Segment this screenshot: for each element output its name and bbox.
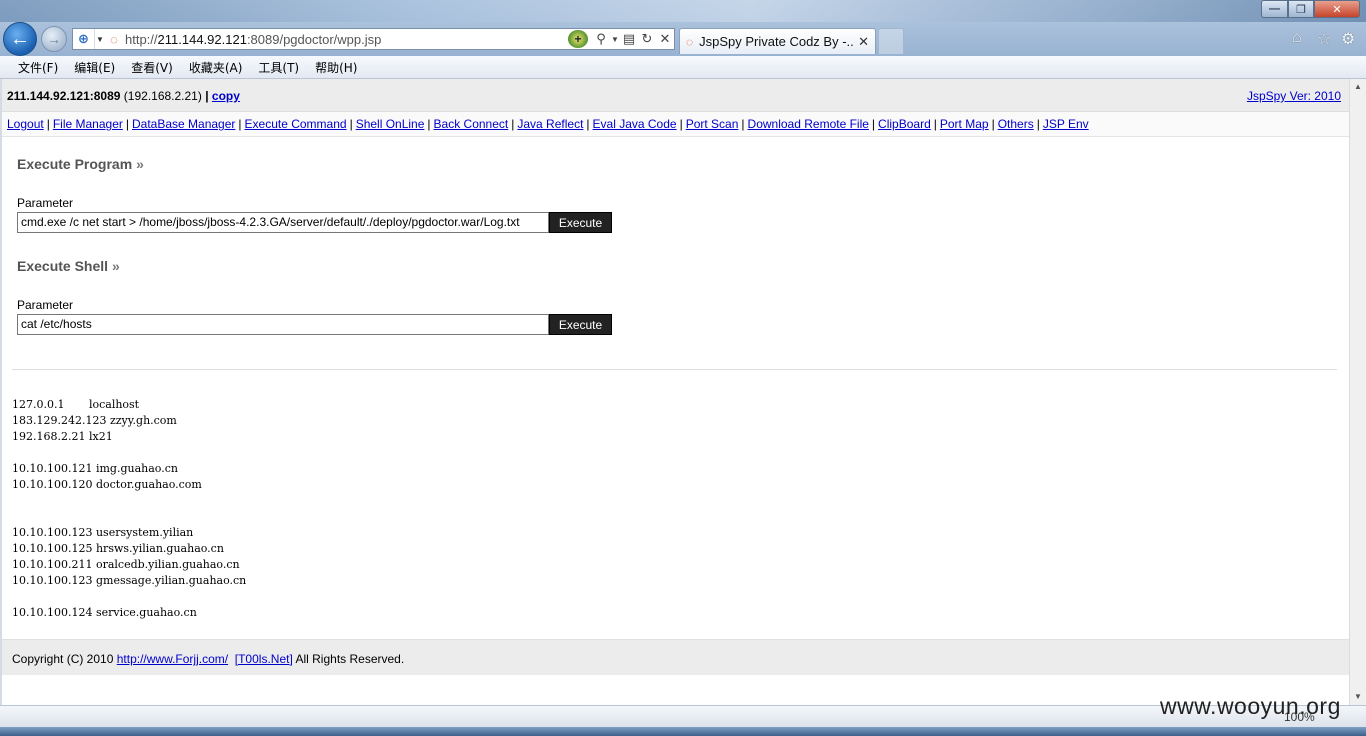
host-info: 211.144.92.121:8089 (192.168.2.21) | cop… — [7, 89, 240, 103]
nav-execute-command[interactable]: Execute Command — [245, 117, 347, 131]
maximize-button[interactable]: ❐ — [1288, 0, 1314, 18]
taskbar — [0, 727, 1366, 736]
search-icon[interactable]: ⚲ — [592, 31, 610, 47]
separator: | — [205, 89, 209, 103]
program-parameter-label: Parameter — [17, 196, 74, 210]
t00ls-link[interactable]: [T00ls.Net] — [235, 652, 293, 666]
nav-port-scan[interactable]: Port Scan — [686, 117, 739, 131]
menu-help[interactable]: 帮助(H) — [315, 59, 357, 76]
execute-shell-title: Execute Shell » — [17, 258, 120, 274]
forjj-link[interactable]: http://www.Forjj.com/ — [117, 652, 228, 666]
plugin-icon[interactable]: + — [568, 30, 588, 48]
nav-clipboard[interactable]: ClipBoard — [878, 117, 931, 131]
execute-program-title: Execute Program » — [17, 156, 144, 172]
stop-icon[interactable]: ✕ — [656, 31, 674, 47]
scroll-down-icon[interactable]: ▼ — [1350, 689, 1366, 705]
execute-shell-button[interactable]: Execute — [549, 314, 612, 335]
nav-java-reflect[interactable]: Java Reflect — [517, 117, 583, 131]
host-address: 211.144.92.121:8089 — [7, 89, 121, 103]
nav-back-connect[interactable]: Back Connect — [434, 117, 509, 131]
internal-ip: (192.168.2.21) — [123, 89, 202, 103]
chevron-down-icon[interactable]: ▼ — [610, 35, 620, 44]
menu-bar: 文件(F) 编辑(E) 查看(V) 收藏夹(A) 工具(T) 帮助(H) — [0, 56, 1366, 79]
copy-link[interactable]: copy — [212, 89, 240, 103]
page-viewport: 211.144.92.121:8089 (192.168.2.21) | cop… — [0, 79, 1366, 705]
home-icon[interactable]: ⌂ — [1292, 29, 1302, 47]
tab-close-icon[interactable]: ✕ — [858, 34, 869, 50]
scroll-up-icon[interactable]: ▲ — [1350, 79, 1366, 95]
minimize-button[interactable]: — — [1261, 0, 1288, 18]
menu-favorites[interactable]: 收藏夹(A) — [189, 59, 243, 76]
watermark: www.wooyun.org — [1160, 693, 1341, 719]
host-info-bar: 211.144.92.121:8089 (192.168.2.21) | cop… — [2, 79, 1349, 112]
nav-others[interactable]: Others — [998, 117, 1034, 131]
forward-button[interactable]: → — [41, 26, 67, 52]
nav-database-manager[interactable]: DataBase Manager — [132, 117, 235, 131]
close-window-button[interactable]: ✕ — [1314, 0, 1360, 18]
divider — [12, 369, 1337, 370]
arrow-right-icon: → — [47, 31, 61, 47]
new-tab-button[interactable] — [878, 28, 904, 54]
arrow-left-icon: ← — [10, 27, 30, 50]
main-nav: Logout | File Manager | DataBase Manager | Exe… — [2, 112, 1349, 137]
shell-parameter-label: Parameter — [17, 298, 74, 312]
compatibility-view-icon[interactable]: ⊕ — [73, 29, 95, 49]
execute-program-button[interactable]: Execute — [549, 212, 612, 233]
browser-tab[interactable]: ◌ JspSpy Private Codz By -... ✕ — [679, 28, 876, 54]
nav-shell-online[interactable]: Shell OnLine — [356, 117, 425, 131]
shell-parameter-input[interactable]: cat /etc/hosts — [17, 314, 549, 335]
address-bar[interactable]: ⊕ ▼ ◌ http://211.144.92.121:8089/pgdocto… — [72, 28, 675, 50]
menu-file[interactable]: 文件(F) — [18, 59, 58, 76]
program-parameter-input[interactable]: cmd.exe /c net start > /home/jboss/jboss… — [17, 212, 549, 233]
raquo-icon: » — [136, 156, 144, 172]
compat-page-icon[interactable]: ▤ — [620, 31, 638, 47]
web-page: 211.144.92.121:8089 (192.168.2.21) | cop… — [2, 79, 1349, 675]
menu-edit[interactable]: 编辑(E) — [74, 59, 115, 76]
title-bar-background — [0, 0, 1366, 22]
copyright-text: Copyright (C) 2010 — [12, 652, 114, 666]
raquo-icon: » — [111, 258, 120, 274]
chevron-down-icon[interactable]: ▼ — [95, 35, 105, 44]
favorites-star-icon[interactable]: ☆ — [1317, 29, 1331, 49]
nav-download-remote-file[interactable]: Download Remote File — [748, 117, 869, 131]
version-link[interactable]: JspSpy Ver: 2010 — [1247, 89, 1341, 103]
loading-spinner-icon: ◌ — [110, 31, 118, 47]
page-footer: Copyright (C) 2010 http://www.Forjj.com/… — [2, 639, 1349, 675]
menu-tools[interactable]: 工具(T) — [258, 59, 299, 76]
command-output: 127.0.0.1 localhost 183.129.242.123 zzyy… — [12, 398, 247, 619]
nav-eval-java-code[interactable]: Eval Java Code — [593, 117, 677, 131]
gear-icon[interactable]: ⚙ — [1341, 29, 1355, 49]
loading-spinner-icon: ◌ — [686, 34, 694, 49]
nav-port-map[interactable]: Port Map — [940, 117, 989, 131]
back-button[interactable]: ← — [3, 22, 37, 56]
vertical-scrollbar[interactable]: ▲ ▼ — [1349, 79, 1366, 705]
nav-file-manager[interactable]: File Manager — [53, 117, 123, 131]
refresh-icon[interactable]: ↻ — [638, 31, 656, 47]
nav-logout[interactable]: Logout — [7, 117, 44, 131]
nav-jsp-env[interactable]: JSP Env — [1043, 117, 1089, 131]
rights-text: All Rights Reserved. — [295, 652, 405, 666]
url-text[interactable]: http://211.144.92.121:8089/pgdoctor/wpp.… — [123, 32, 568, 47]
tab-title: JspSpy Private Codz By -... — [699, 34, 855, 49]
menu-view[interactable]: 查看(V) — [131, 59, 173, 76]
